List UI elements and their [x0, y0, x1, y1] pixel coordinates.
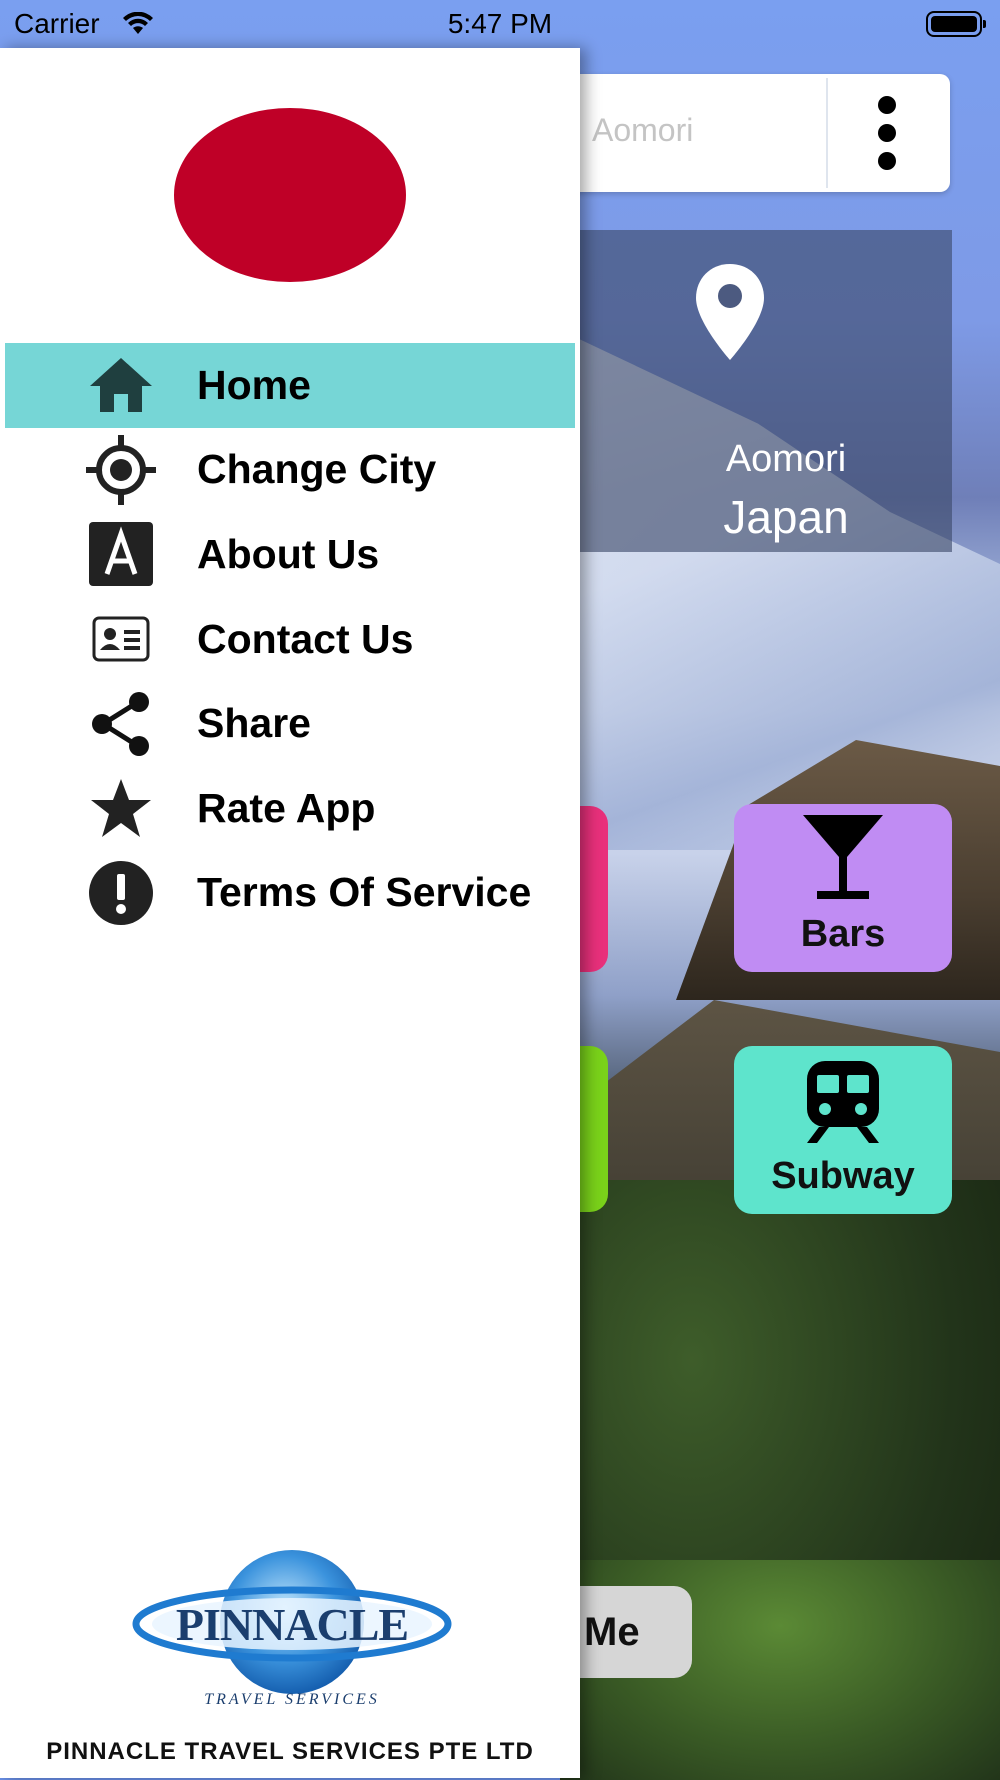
battery-icon — [926, 11, 986, 37]
subway-tile[interactable]: Subway — [734, 1046, 952, 1214]
share-icon — [83, 686, 159, 762]
cocktail-icon — [803, 815, 883, 899]
locate-me-label: Me — [584, 1609, 640, 1654]
menu-item-terms-of-service[interactable]: Terms Of Service — [5, 851, 575, 936]
kebab-dot — [878, 124, 896, 142]
subway-label: Subway — [771, 1155, 915, 1197]
menu-label-rate-app: Rate App — [197, 784, 376, 831]
svg-text:PINNACLE: PINNACLE — [176, 1599, 408, 1650]
menu-item-home[interactable]: Home — [5, 343, 575, 428]
contact-card-icon — [83, 601, 159, 677]
alert-circle-icon — [83, 855, 159, 931]
clock-time: 5:47 PM — [447, 8, 553, 39]
about-a-icon — [83, 516, 159, 592]
menu-item-about-us[interactable]: About Us — [5, 512, 575, 597]
kebab-dot — [878, 96, 896, 114]
city-search-field[interactable]: Aomori — [560, 74, 950, 192]
menu-item-rate-app[interactable]: Rate App — [5, 766, 575, 851]
japan-flag-emblem — [174, 108, 406, 282]
menu-item-contact-us[interactable]: Contact Us — [5, 597, 575, 682]
menu-label-contact-us: Contact Us — [197, 615, 414, 662]
navigation-drawer: Home Change City About Us Contact Us Sha… — [0, 48, 580, 1778]
menu-label-change-city: Change City — [197, 446, 437, 493]
status-bar: Carrier 5:47 PM — [0, 0, 1000, 48]
crosshair-icon — [83, 432, 159, 508]
kebab-dot — [878, 152, 896, 170]
menu-label-share: Share — [197, 700, 311, 747]
menu-label-about-us: About Us — [197, 530, 380, 577]
bars-label: Bars — [800, 913, 886, 955]
menu-item-change-city[interactable]: Change City — [5, 428, 575, 513]
pinnacle-logo: PINNACLE TRAVEL SERVICES — [132, 1550, 452, 1708]
city-name: Aomori — [725, 438, 847, 480]
city-search-value: Aomori — [592, 112, 694, 148]
home-icon — [83, 347, 159, 423]
drawer-menu: Home Change City About Us Contact Us Sha… — [5, 343, 575, 935]
svg-text:TRAVEL SERVICES: TRAVEL SERVICES — [204, 1691, 380, 1708]
menu-item-share[interactable]: Share — [5, 681, 575, 766]
bars-tile[interactable]: Bars — [734, 804, 952, 972]
map-pin-icon — [696, 264, 764, 360]
country-name: Japan — [723, 491, 849, 543]
more-options-button[interactable] — [826, 78, 946, 188]
company-name: PINNACLE TRAVEL SERVICES PTE LTD — [46, 1738, 534, 1765]
menu-label-home: Home — [197, 361, 311, 408]
star-icon — [83, 770, 159, 846]
train-icon — [807, 1061, 879, 1143]
location-card[interactable]: Aomori Japan — [560, 230, 952, 552]
menu-label-terms-of-service: Terms Of Service — [197, 869, 532, 916]
